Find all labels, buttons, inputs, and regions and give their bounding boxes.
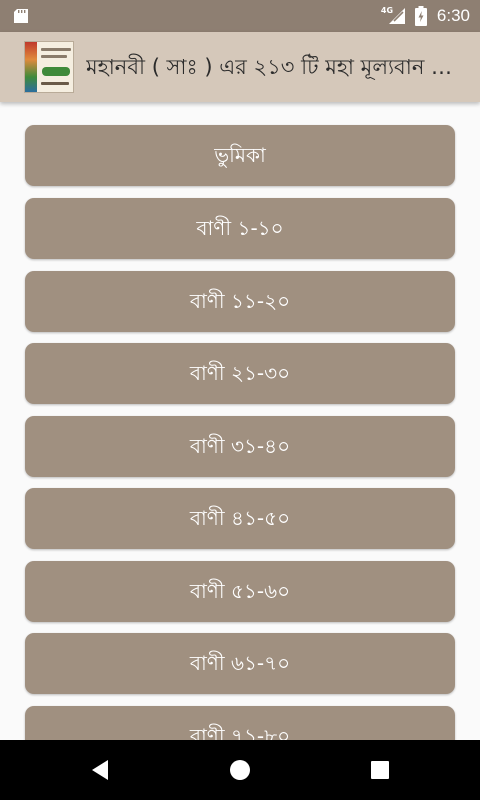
menu-button-sayings-1-10[interactable]: বাণী ১-১০ [25,198,455,259]
screen: 4G 6:30 মহানবী ( সাঃ ) এর ২১৩ টি মহা মূল… [0,0,480,800]
signal-icon [388,8,405,24]
app-bar: মহানবী ( সাঃ ) এর ২১৩ টি মহা মূল্যবান বা… [0,32,480,102]
back-triangle-icon [92,760,108,780]
menu-button-sayings-61-70[interactable]: বাণী ৬১-৭০ [25,633,455,694]
app-title: মহানবী ( সাঃ ) এর ২১৩ টি মহা মূল্যবান বা… [86,55,456,79]
menu-button-sayings-11-20[interactable]: বাণী ১১-২০ [25,271,455,332]
sd-card-icon [14,9,28,23]
menu-button-introduction[interactable]: ভুমিকা [25,125,455,186]
status-icons: 4G 6:30 [381,0,470,32]
menu-button-sayings-41-50[interactable]: বাণী ৪১-৫০ [25,488,455,549]
status-bar: 4G 6:30 [0,0,480,32]
battery-icon [414,6,427,26]
navigation-bar [0,740,480,800]
clock: 6:30 [436,6,470,25]
back-button[interactable] [70,740,130,800]
home-circle-icon [230,760,250,780]
recents-button[interactable] [350,740,410,800]
menu-button-sayings-51-60[interactable]: বাণী ৫১-৬০ [25,561,455,622]
app-logo-icon [24,41,74,93]
chapter-list[interactable]: ভুমিকা বাণী ১-১০ বাণী ১১-২০ বাণী ২১-৩০ ব… [0,102,480,740]
home-button[interactable] [210,740,270,800]
menu-button-sayings-21-30[interactable]: বাণী ২১-৩০ [25,343,455,404]
menu-button-sayings-31-40[interactable]: বাণী ৩১-৪০ [25,416,455,477]
network-indicator: 4G [381,6,407,26]
menu-button-sayings-71-80[interactable]: বাণী ৭১-৮০ [25,706,455,740]
recents-square-icon [371,761,389,779]
